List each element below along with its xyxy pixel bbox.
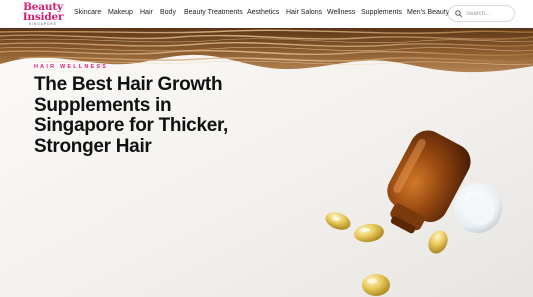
search-icon (455, 10, 462, 17)
article-byline: By Beauty Insider Singapore · 6 min read (34, 205, 152, 211)
nav-item-mens-beauty[interactable]: Men's Beauty (407, 9, 449, 16)
nav-item-skincare[interactable]: Skincare (74, 9, 101, 16)
nav-item-aesthetics[interactable]: Aesthetics (247, 9, 279, 16)
nav-item-supplements[interactable]: Supplements (361, 9, 402, 16)
nav-item-hair-salons[interactable]: Hair Salons (286, 9, 322, 16)
article-category[interactable]: HAIR WELLNESS (34, 64, 108, 70)
nav-item-beauty-treatments[interactable]: Beauty Treatments (184, 9, 243, 16)
article-title: The Best Hair Growth Supplements in Sing… (34, 74, 229, 157)
nav-item-wellness[interactable]: Wellness (327, 9, 355, 16)
hero-banner: HAIR WELLNESS The Best Hair Growth Suppl… (0, 28, 533, 297)
nav-item-makeup[interactable]: Makeup (108, 9, 133, 16)
search-box[interactable] (448, 5, 515, 22)
nav-item-hair[interactable]: Hair (140, 9, 153, 16)
search-input[interactable] (466, 10, 514, 17)
site-header: Beauty Insider SINGAPORE Skincare Makeup… (0, 0, 533, 28)
nav-item-body[interactable]: Body (160, 9, 176, 16)
